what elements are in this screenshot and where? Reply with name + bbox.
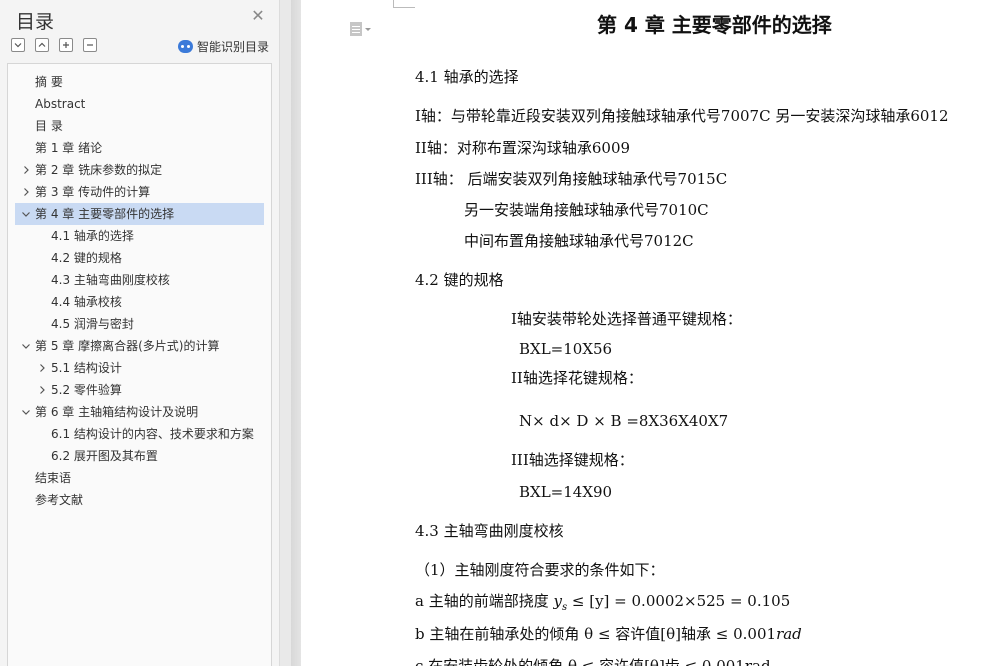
smart-toc-label: 智能识别目录 — [197, 40, 270, 54]
toc-item-label: 第 5 章 摩擦离合器(多片式)的计算 — [35, 339, 220, 353]
chevron-down-icon[interactable] — [21, 335, 31, 357]
toc-item-label: 5.2 零件验算 — [51, 383, 122, 397]
collapse-all-button[interactable] — [11, 38, 25, 52]
toc-item[interactable]: 第 4 章 主要零部件的选择 — [15, 203, 264, 225]
toc-item[interactable]: 4.1 轴承的选择 — [8, 225, 271, 247]
section-4-3-heading: 4.3 主轴弯曲刚度校核 — [415, 522, 564, 540]
toc-item-label: 5.1 结构设计 — [51, 361, 122, 375]
stiffness-condition-b: b 主轴在前轴承处的倾角 θ ≤ 容许值[θ]轴承 ≤ 0.001rad — [415, 624, 802, 644]
toc-item[interactable]: 6.2 展开图及其布置 — [8, 445, 271, 467]
toc-item-label: 4.4 轴承校核 — [51, 295, 122, 309]
key-shaft-3-label: III轴选择键规格： — [511, 451, 634, 469]
document-menu-button[interactable] — [350, 22, 371, 36]
condition-b-formula: θ ≤ 容许值[θ]轴承 ≤ 0.001 — [579, 625, 777, 643]
toc-item[interactable]: Abstract — [8, 93, 271, 115]
stiffness-intro: （1）主轴刚度符合要求的条件如下： — [415, 561, 665, 579]
toc-item-label: 第 3 章 传动件的计算 — [35, 185, 151, 199]
toc-item[interactable]: 摘 要 — [8, 71, 271, 93]
toc-item-label: 6.2 展开图及其布置 — [51, 449, 158, 463]
toc-list: 摘 要 Abstract 目 录第 1 章 绪论第 2 章 铣床参数的拟定第 3 章… — [8, 71, 271, 511]
toc-item-label: 4.3 主轴弯曲刚度校核 — [51, 273, 170, 287]
toc-item[interactable]: 第 3 章 传动件的计算 — [8, 181, 271, 203]
chevron-up-icon — [38, 42, 46, 47]
toc-item[interactable]: 目 录 — [8, 115, 271, 137]
key-shaft-2-value: N× d× D × B =8X36X40X7 — [519, 412, 729, 430]
toc-item[interactable]: 4.5 润滑与密封 — [8, 313, 271, 335]
bearing-shaft-3: III轴： 后端安装双列角接触球轴承代号7015C — [415, 170, 728, 188]
page-margin-marker — [393, 0, 415, 8]
page-shadow — [291, 0, 301, 666]
toc-item-label: 参考文献 — [35, 493, 84, 507]
toc-panel: 摘 要 Abstract 目 录第 1 章 绪论第 2 章 铣床参数的拟定第 3 章… — [7, 63, 272, 666]
toc-toolbar — [11, 38, 97, 52]
document-page[interactable]: 第 4 章 主要零部件的选择 4.1 轴承的选择 I轴：与带轮靠近段安装双列角接… — [301, 0, 981, 666]
toc-item-label: 第 2 章 铣床参数的拟定 — [35, 163, 163, 177]
toc-item-label: 4.5 润滑与密封 — [51, 317, 134, 331]
toc-sidebar: 目录 ✕ 智能识别目录 摘 要 Abstract 目 录第 1 章 绪论第 2 章 … — [0, 0, 280, 666]
condition-b-text: b 主轴在前轴承处的倾角 — [415, 625, 580, 643]
toc-item[interactable]: 6.1 结构设计的内容、技术要求和方案 — [8, 423, 271, 445]
chevron-right-icon[interactable] — [37, 357, 47, 379]
chapter-title: 第 4 章 主要零部件的选择 — [597, 13, 832, 37]
smart-toc-button[interactable]: 智能识别目录 — [178, 38, 269, 55]
chevron-down-icon — [14, 43, 22, 48]
expand-up-button[interactable] — [35, 38, 49, 52]
toc-item[interactable]: 第 1 章 绪论 — [8, 137, 271, 159]
toc-item[interactable]: 结束语 — [8, 467, 271, 489]
condition-b-unit: rad — [776, 625, 802, 643]
remove-heading-button[interactable] — [83, 38, 97, 52]
toc-item-label: 目 录 — [35, 119, 63, 133]
condition-a-text: a 主轴的前端部挠度 — [415, 592, 549, 610]
toc-item[interactable]: 4.2 键的规格 — [8, 247, 271, 269]
section-4-2-heading: 4.2 键的规格 — [415, 271, 504, 289]
toc-item-label: Abstract — [35, 97, 86, 111]
bearing-shaft-1: I轴：与带轮靠近段安装双列角接触球轴承代号7007C 另一安装深沟球轴承6012 — [415, 107, 949, 125]
bearing-shaft-3-other: 另一安装端角接触球轴承代号7010C — [464, 201, 709, 219]
bearing-shaft-3-middle: 中间布置角接触球轴承代号7012C — [464, 232, 694, 250]
toc-item-label: 第 4 章 主要零部件的选择 — [35, 207, 175, 221]
key-shaft-1-value: BXL=10X56 — [519, 340, 613, 358]
toc-item-label: 第 1 章 绪论 — [35, 141, 103, 155]
bearing-shaft-2: II轴：对称布置深沟球轴承6009 — [415, 139, 631, 157]
section-4-1-heading: 4.1 轴承的选择 — [415, 68, 519, 86]
toc-item[interactable]: 参考文献 — [8, 489, 271, 511]
toc-item[interactable]: 5.1 结构设计 — [8, 357, 271, 379]
condition-a-formula: ≤ [y] = 0.0002×525 = 0.105 — [567, 592, 791, 610]
key-shaft-2-label: II轴选择花键规格： — [511, 369, 643, 387]
toc-item[interactable]: 4.3 主轴弯曲刚度校核 — [8, 269, 271, 291]
toc-item-label: 4.1 轴承的选择 — [51, 229, 134, 243]
key-shaft-1-label: I轴安装带轮处选择普通平键规格： — [511, 310, 742, 328]
chevron-right-icon[interactable] — [21, 159, 31, 181]
stiffness-condition-a: a 主轴的前端部挠度 ys ≤ [y] = 0.0002×525 = 0.105 — [415, 591, 790, 618]
toc-item-label: 6.1 结构设计的内容、技术要求和方案 — [51, 427, 254, 441]
ai-robot-icon — [178, 40, 193, 53]
key-shaft-3-value: BXL=14X90 — [519, 483, 613, 501]
chevron-right-icon[interactable] — [37, 379, 47, 401]
chevron-down-icon[interactable] — [21, 203, 31, 225]
toc-item[interactable]: 第 2 章 铣床参数的拟定 — [8, 159, 271, 181]
toc-item-label: 结束语 — [35, 471, 72, 485]
close-icon[interactable]: ✕ — [250, 8, 266, 24]
caret-down-icon — [365, 27, 371, 31]
minus-icon — [87, 44, 93, 46]
plus-icon — [63, 42, 69, 48]
deflection-symbol: y — [553, 592, 562, 610]
toc-item-label: 摘 要 — [35, 75, 63, 89]
chevron-right-icon[interactable] — [21, 181, 31, 203]
toc-item-label: 4.2 键的规格 — [51, 251, 122, 265]
sidebar-title: 目录 — [16, 11, 55, 33]
toc-item[interactable]: 5.2 零件验算 — [8, 379, 271, 401]
add-heading-button[interactable] — [59, 38, 73, 52]
toc-item[interactable]: 4.4 轴承校核 — [8, 291, 271, 313]
document-icon — [350, 22, 362, 36]
stiffness-condition-c: c 在安装齿轮处的倾角 θ ≤ 容许值[θ]齿 ≤ 0.001rad — [415, 657, 771, 666]
toc-item-label: 第 6 章 主轴箱结构设计及说明 — [35, 405, 199, 419]
chevron-down-icon[interactable] — [21, 401, 31, 423]
toc-item[interactable]: 第 6 章 主轴箱结构设计及说明 — [8, 401, 271, 423]
toc-item[interactable]: 第 5 章 摩擦离合器(多片式)的计算 — [8, 335, 271, 357]
